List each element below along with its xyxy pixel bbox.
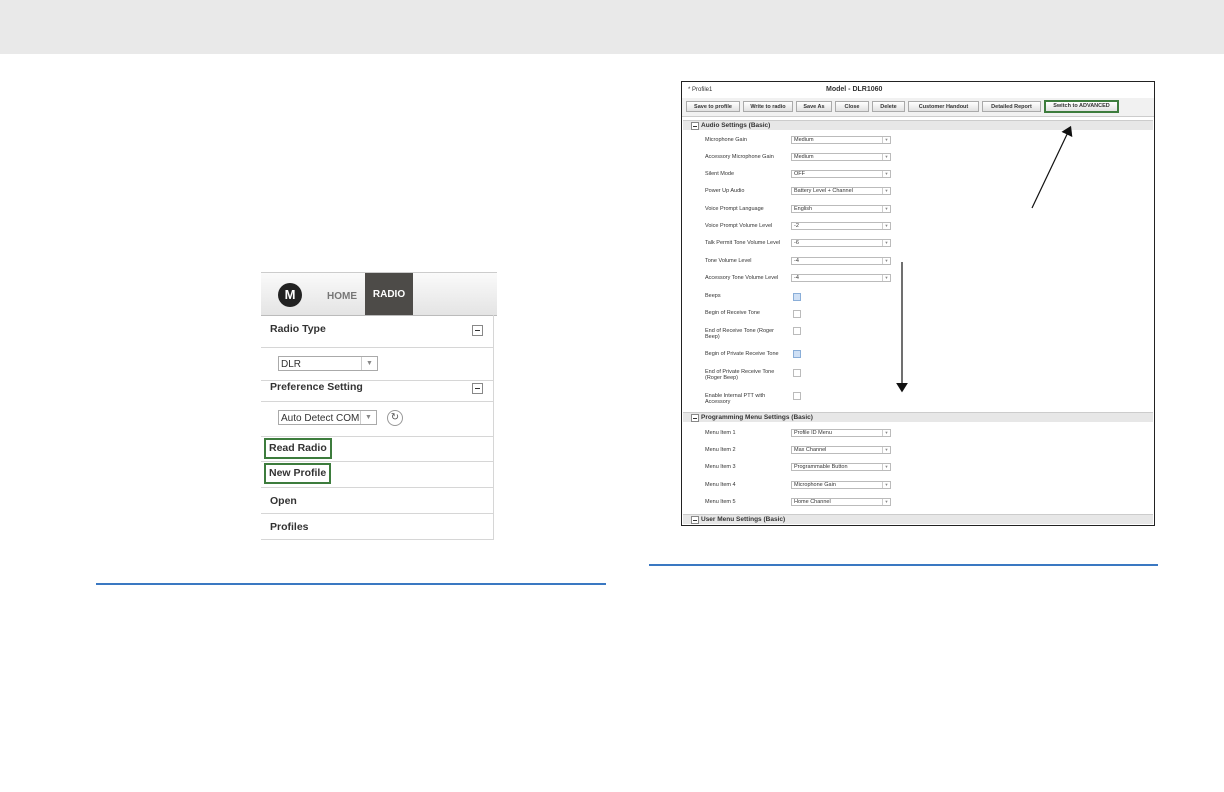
arrow-to-advanced-icon xyxy=(1031,125,1073,209)
annotation-arrows xyxy=(896,125,1073,393)
